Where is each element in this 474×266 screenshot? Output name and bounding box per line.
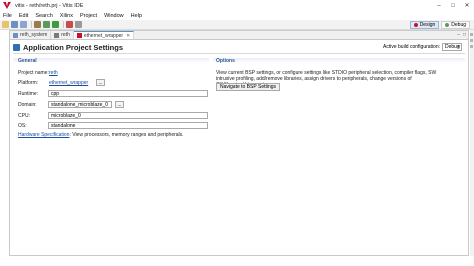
hardware-specification: Hardware Specification: View processors,… [18,132,184,138]
os-field[interactable]: standalone [48,122,208,129]
build-configuration: Active build configuration: Debug [383,43,462,51]
project-name-link[interactable]: reth [49,70,58,76]
cpu-field[interactable]: microblaze_0 [48,112,208,119]
cpu-label: CPU: [18,113,30,119]
menu-project[interactable]: Project [80,13,97,19]
hardware-specification-text: : View processors, memory ranges and per… [69,132,184,138]
header-divider [13,53,465,54]
close-button[interactable]: ✕ [460,0,474,11]
perspective-design[interactable]: Design [409,21,440,29]
menu-help[interactable]: Help [131,13,142,19]
trim-icon[interactable] [470,33,473,36]
platform-label: Platform: [18,80,39,86]
domain-field[interactable]: standalone_microblaze_0 [48,101,112,108]
editor-tabs: reth_system reth ethernet_wrapper ✕ – □ [10,31,468,40]
platform-browse-button[interactable]: ... [96,79,105,86]
close-tab-icon[interactable]: ✕ [126,33,130,39]
editor-header: Application Project Settings Active buil… [10,41,468,53]
toolbar-separator [31,21,32,28]
title-bar: vitis - reth/reth.prj - Vitis IDE – □ ✕ [0,0,474,11]
design-perspective-icon [413,23,418,27]
perspective-debug[interactable]: Debug [441,21,470,29]
save-all-icon[interactable] [20,21,27,28]
app-project-icon [54,32,60,38]
settings-page-icon [13,43,20,51]
window-controls: – □ ✕ [432,0,474,11]
os-label: OS: [18,123,27,129]
vitis-logo-icon [3,2,11,9]
domain-browse-button[interactable]: ... [115,101,124,108]
window-title: vitis - reth/reth.prj - Vitis IDE [15,2,84,9]
maximize-editor-button[interactable]: □ [463,32,466,38]
domain-label: Domain: [18,102,37,108]
system-project-icon [13,32,18,38]
options-section-bar [213,58,465,63]
minimize-editor-button[interactable]: – [457,32,460,38]
navigate-to-bsp-settings-button[interactable]: Navigate to BSP Settings [216,83,281,91]
menu-edit[interactable]: Edit [19,13,28,19]
tab-reth-system[interactable]: reth_system [10,31,52,39]
xilinx-tools-icon[interactable] [66,21,73,28]
maximize-button[interactable]: □ [446,0,460,11]
perspective-switcher: Design Debug [409,21,470,29]
build-config-select[interactable]: Debug [442,43,462,51]
runtime-label: Runtime: [18,91,39,97]
build-config-label: Active build configuration: [383,44,440,50]
menu-bar: File Edit Search Xilinx Project Window H… [0,11,474,20]
project-name-label: Project name: [18,70,49,76]
minimize-button[interactable]: – [432,0,446,11]
platform-icon [76,33,82,38]
toolbar-separator [63,21,64,28]
platform-link[interactable]: ethernet_wrapper [49,80,88,86]
menu-file[interactable]: File [3,13,12,19]
new-icon[interactable] [2,21,9,28]
hardware-specification-link[interactable]: Hardware Specification [18,132,69,138]
options-section-title: Options [216,58,235,64]
general-section-title: General [18,58,37,64]
main-toolbar: Design Debug [0,20,474,30]
general-section-bar [13,58,209,63]
debug-perspective-icon [445,23,450,27]
tab-ethernet-wrapper[interactable]: ethernet_wrapper ✕ [73,31,135,39]
trim-icon[interactable] [470,45,473,48]
menu-search[interactable]: Search [35,13,52,19]
editor-stack-controls: – □ [457,32,466,38]
save-icon[interactable] [11,21,18,28]
build-hammer-icon[interactable] [34,21,41,28]
menu-window[interactable]: Window [104,13,124,19]
editor-area: reth_system reth ethernet_wrapper ✕ – □ … [9,30,469,256]
right-trim-bar [470,30,474,256]
trim-icon[interactable] [470,39,473,42]
tab-reth[interactable]: reth [51,31,74,39]
search-icon[interactable] [75,21,82,28]
runtime-field[interactable]: cpp [48,90,208,97]
menu-xilinx[interactable]: Xilinx [60,13,73,19]
page-title: Application Project Settings [23,42,124,52]
run-icon[interactable] [52,21,59,28]
debug-bug-icon[interactable] [43,21,50,28]
